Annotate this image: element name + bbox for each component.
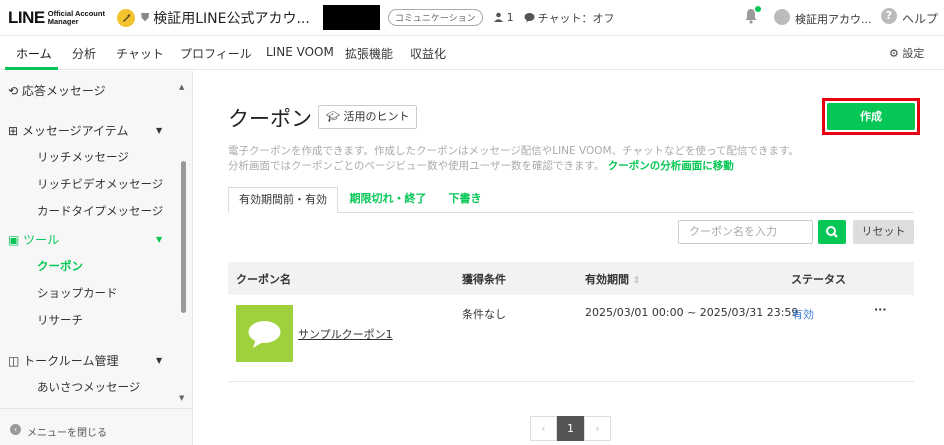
nav-analytics[interactable]: 分析 [72, 45, 96, 62]
sidebar-item-greeting[interactable]: あいさつメッセージ [37, 379, 140, 395]
chat-status[interactable]: チャット：オフ [524, 10, 615, 26]
coupon-condition: 条件なし [462, 308, 506, 321]
tab-expired[interactable]: 期限切れ・終了 [348, 187, 428, 213]
chevron-down-icon[interactable]: ▼ [156, 126, 162, 135]
analytics-link[interactable]: クーポンの分析画面に移動 [608, 160, 734, 172]
sidebar-item-rich-message[interactable]: リッチメッセージ [37, 149, 129, 165]
page-number-current[interactable]: 1 [557, 416, 584, 441]
collapse-icon[interactable]: ‹ [10, 424, 21, 435]
nav-line-voom[interactable]: LINE VOOM [266, 45, 334, 59]
description-line-1: 電子クーポンを作成できます。作成したクーポンはメッセージ配信やLINE VOOM… [228, 145, 799, 157]
redacted-box [322, 5, 380, 30]
sidebar-item-message-items[interactable]: ⊞ メッセージアイテム [8, 122, 128, 139]
status-badge[interactable]: 有効 [792, 306, 814, 322]
account-avatar[interactable] [116, 8, 135, 27]
column-header-condition: 獲得条件 [462, 273, 506, 286]
sort-icon[interactable]: ⇕ [633, 276, 641, 286]
reset-button[interactable]: リセット [853, 220, 914, 244]
sidebar-item-rich-video-message[interactable]: リッチビデオメッセージ [37, 176, 163, 192]
table-header: クーポン名 獲得条件 有効期間 ⇕ ステータス [228, 262, 914, 295]
shield-icon: ⛊ [140, 10, 150, 24]
pagination: ‹ 1 › [530, 416, 611, 441]
graduation-cap-icon: 🎓︎ [326, 110, 340, 123]
plus-square-icon: ⊞ [8, 124, 19, 138]
nav-monetization[interactable]: 収益化 [410, 45, 446, 62]
sidebar-item-shop-card[interactable]: ショップカード [37, 285, 118, 301]
line-logo[interactable]: LINE Official Account Manager [8, 8, 105, 28]
hint-button[interactable]: 🎓︎ 活用のヒント [318, 105, 418, 129]
chevron-down-icon[interactable]: ▼ [156, 356, 162, 365]
user-avatar-icon[interactable] [774, 9, 790, 25]
account-type-badge: コミュニケーション [387, 9, 483, 26]
logo-text: LINE [8, 7, 45, 27]
coupon-name-link[interactable]: サンプルクーポン1 [298, 326, 393, 342]
column-header-name: クーポン名 [236, 273, 291, 286]
notification-dot [755, 6, 761, 12]
settings-link[interactable]: ⚙ 設定 [889, 45, 924, 61]
more-options-icon[interactable]: ··· [874, 303, 887, 316]
page-title: クーポン [228, 107, 312, 131]
search-icon [826, 226, 838, 238]
coupon-thumbnail [236, 305, 293, 362]
user-name[interactable]: 検証用アカウ... [795, 11, 872, 27]
create-button[interactable]: 作成 [827, 103, 915, 130]
description-line-2: 分析画面ではクーポンごとのページビュー数や使用ユーザー数を確認できます。 クーポ… [228, 160, 734, 172]
toolbox-icon: ▣ [8, 233, 20, 247]
column-header-period[interactable]: 有効期間 ⇕ [585, 271, 640, 287]
nav-chat[interactable]: チャット [116, 45, 164, 62]
column-header-status: ステータス [791, 273, 846, 286]
nav-extensions[interactable]: 拡張機能 [345, 45, 393, 62]
sidebar-item-auto-reply[interactable]: ⟲ 応答メッセージ [8, 82, 106, 99]
sidebar-item-coupon[interactable]: クーポン [37, 258, 83, 274]
chatroom-icon: ◫ [8, 354, 20, 368]
nav-profile[interactable]: プロフィール [180, 45, 252, 62]
chevron-down-icon[interactable]: ▼ [156, 235, 162, 244]
sidebar-item-research[interactable]: リサーチ [37, 312, 83, 328]
help-icon[interactable]: ? [881, 8, 897, 24]
next-page-button[interactable]: › [584, 416, 611, 441]
account-name[interactable]: 検証用LINE公式アカウ... [153, 8, 310, 28]
speech-bubble-icon [248, 321, 281, 348]
sidebar-footer: ‹ メニューを閉じる [0, 408, 192, 445]
person-icon [493, 12, 503, 22]
sidebar: ⟲ 応答メッセージ ⊞ メッセージアイテム ▼ リッチメッセージ リッチビデオメ… [0, 71, 193, 445]
tab-drafts[interactable]: 下書き [440, 187, 490, 213]
main-nav: ホーム 分析 チャット プロフィール LINE VOOM 拡張機能 収益化 ⚙ … [0, 37, 944, 70]
coupon-period: 2025/03/01 00:00 ~ 2025/03/31 23:59 [585, 306, 799, 319]
search-button[interactable] [818, 220, 846, 244]
scroll-up-arrow-icon[interactable]: ▲ [179, 83, 184, 91]
logo-subtext: Official Account Manager [47, 8, 105, 26]
help-link[interactable]: ヘルプ [902, 10, 938, 27]
friends-count: 1 [493, 11, 514, 24]
sidebar-item-tools[interactable]: ▣ ツール [8, 231, 59, 248]
close-menu-button[interactable]: メニューを閉じる [27, 424, 107, 439]
row-divider [228, 381, 914, 382]
sidebar-item-chatroom[interactable]: ◫ トークルーム管理 [8, 352, 118, 369]
reply-arrow-icon: ⟲ [8, 84, 19, 98]
tab-divider [338, 212, 914, 213]
nav-home[interactable]: ホーム [16, 45, 52, 62]
gear-icon: ⚙ [889, 47, 899, 60]
chat-bubble-icon [524, 13, 535, 23]
nav-active-indicator [5, 67, 58, 70]
tab-active-valid[interactable]: 有効期間前・有効 [228, 187, 338, 213]
sidebar-scrollbar[interactable] [181, 161, 186, 313]
scroll-down-arrow-icon[interactable]: ▼ [179, 394, 184, 402]
prev-page-button[interactable]: ‹ [530, 416, 557, 441]
sidebar-item-card-message[interactable]: カードタイプメッセージ [37, 203, 163, 219]
top-bar: LINE Official Account Manager ⛊ 検証用LINE公… [0, 0, 944, 36]
coupon-search-input[interactable]: クーポン名を入力 [678, 220, 813, 244]
